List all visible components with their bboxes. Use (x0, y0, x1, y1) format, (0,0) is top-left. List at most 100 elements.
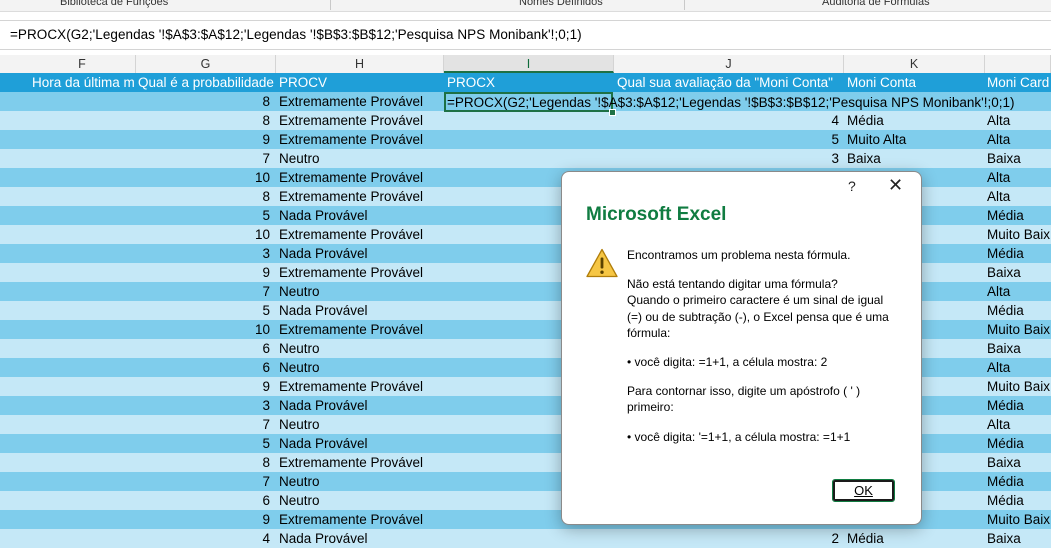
cell-g[interactable]: 8 (138, 111, 270, 130)
cell-h[interactable]: Nada Provável (279, 434, 442, 453)
cell-h[interactable]: Nada Provável (279, 396, 442, 415)
cell-l[interactable]: Muito Baix (987, 225, 1051, 244)
cell-l[interactable]: Baixa (987, 149, 1051, 168)
cell-l[interactable]: Baixa (987, 529, 1051, 548)
formula-bar[interactable]: =PROCX(G2;'Legendas '!$A$3:$A$12;'Legend… (0, 20, 1051, 50)
cell-l[interactable]: Baixa (987, 339, 1051, 358)
header-cell-h[interactable]: PROCV (279, 73, 442, 92)
column-header-h[interactable]: H (276, 55, 444, 73)
cell-h[interactable]: Neutro (279, 282, 442, 301)
cell-h[interactable]: Nada Provável (279, 529, 442, 548)
header-cell-k[interactable]: Moni Conta (847, 73, 983, 92)
column-header-j[interactable]: J (614, 55, 844, 73)
cell-l[interactable]: Média (987, 434, 1051, 453)
cell-h[interactable]: Nada Provável (279, 301, 442, 320)
cell-l[interactable]: Média (987, 301, 1051, 320)
cell-g[interactable]: 9 (138, 130, 270, 149)
cell-l[interactable]: Média (987, 206, 1051, 225)
cell-k[interactable]: Média (847, 111, 983, 130)
cell-l[interactable]: Média (987, 491, 1051, 510)
cell-k[interactable]: Média (847, 529, 983, 548)
cell-h[interactable]: Neutro (279, 339, 442, 358)
cell-h[interactable]: Neutro (279, 491, 442, 510)
cell-j[interactable]: 5 (617, 130, 839, 149)
column-header-g[interactable]: G (136, 55, 276, 73)
active-cell-editor[interactable]: =PROCX(G2;'Legendas '!$A$3:$A$12;'Legend… (447, 93, 1014, 112)
cell-h[interactable]: Extremamente Provável (279, 187, 442, 206)
cell-l[interactable]: Alta (987, 168, 1051, 187)
cell-l[interactable]: Baixa (987, 453, 1051, 472)
cell-j[interactable]: 4 (617, 111, 839, 130)
cell-g[interactable]: 5 (138, 206, 270, 225)
cell-g[interactable]: 5 (138, 434, 270, 453)
cell-j[interactable]: 3 (617, 149, 839, 168)
ok-button[interactable]: OK (832, 479, 895, 502)
cell-g[interactable]: 6 (138, 339, 270, 358)
cell-g[interactable]: 8 (138, 453, 270, 472)
cell-g[interactable]: 8 (138, 187, 270, 206)
cell-g[interactable]: 7 (138, 282, 270, 301)
cell-g[interactable]: 7 (138, 149, 270, 168)
cell-l[interactable]: Alta (987, 282, 1051, 301)
cell-h[interactable]: Extremamente Provável (279, 263, 442, 282)
cell-l[interactable]: Alta (987, 111, 1051, 130)
cell-h[interactable]: Extremamente Provável (279, 225, 442, 244)
column-header-i[interactable]: I (444, 55, 614, 73)
header-cell-j[interactable]: Qual sua avaliação da "Moni Conta" (617, 73, 843, 92)
cell-g[interactable]: 9 (138, 377, 270, 396)
help-button[interactable]: ? (848, 178, 856, 194)
cell-h[interactable]: Extremamente Provável (279, 510, 442, 529)
cell-l[interactable]: Alta (987, 415, 1051, 434)
cell-h[interactable]: Nada Provável (279, 244, 442, 263)
cell-g[interactable]: 10 (138, 225, 270, 244)
column-header-k[interactable]: K (844, 55, 985, 73)
cell-h[interactable]: Nada Provável (279, 206, 442, 225)
cell-g[interactable]: 3 (138, 396, 270, 415)
cell-g[interactable]: 6 (138, 358, 270, 377)
cell-g[interactable]: 5 (138, 301, 270, 320)
cell-h[interactable]: Neutro (279, 472, 442, 491)
cell-h[interactable]: Neutro (279, 358, 442, 377)
cell-l[interactable]: Média (987, 396, 1051, 415)
cell-g[interactable]: 8 (138, 92, 270, 111)
cell-j[interactable]: 2 (617, 529, 839, 548)
cell-l[interactable]: Alta (987, 358, 1051, 377)
cell-h[interactable]: Extremamente Provável (279, 320, 442, 339)
close-button[interactable]: ✕ (888, 175, 903, 196)
cell-g[interactable]: 3 (138, 244, 270, 263)
cell-k[interactable]: Muito Alta (847, 130, 983, 149)
cell-l[interactable]: Alta (987, 187, 1051, 206)
cell-h[interactable]: Neutro (279, 415, 442, 434)
column-header-l[interactable] (985, 55, 1051, 73)
cell-g[interactable]: 7 (138, 415, 270, 434)
cell-h[interactable]: Extremamente Provável (279, 168, 442, 187)
cell-l[interactable]: Muito Baix (987, 320, 1051, 339)
cell-h[interactable]: Extremamente Provável (279, 453, 442, 472)
cell-g[interactable]: 10 (138, 320, 270, 339)
cell-g[interactable]: 9 (138, 263, 270, 282)
cell-g[interactable]: 6 (138, 491, 270, 510)
cell-h[interactable]: Extremamente Provável (279, 130, 442, 149)
header-cell-f[interactable]: Hora da última m (32, 73, 134, 92)
fill-handle[interactable] (609, 109, 616, 116)
cell-l[interactable]: Alta (987, 130, 1051, 149)
cell-k[interactable]: Baixa (847, 149, 983, 168)
cell-l[interactable]: Média (987, 244, 1051, 263)
header-cell-i[interactable]: PROCX (447, 73, 612, 92)
header-cell-l[interactable]: Moni Card (987, 73, 1051, 92)
cell-l[interactable]: Muito Baix (987, 510, 1051, 529)
cell-g[interactable]: 9 (138, 510, 270, 529)
cell-g[interactable]: 4 (138, 529, 270, 548)
header-cell-g[interactable]: Qual é a probabilidade (138, 73, 275, 92)
formula-bar-content[interactable]: =PROCX(G2;'Legendas '!$A$3:$A$12;'Legend… (10, 27, 582, 42)
column-header-f[interactable]: F (29, 55, 136, 73)
cell-l[interactable]: Média (987, 472, 1051, 491)
cell-l[interactable]: Baixa (987, 263, 1051, 282)
cell-h[interactable]: Neutro (279, 149, 442, 168)
cell-h[interactable]: Extremamente Provável (279, 111, 442, 130)
cell-g[interactable]: 7 (138, 472, 270, 491)
cell-l[interactable]: Muito Baix (987, 377, 1051, 396)
cell-h[interactable]: Extremamente Provável (279, 377, 442, 396)
cell-g[interactable]: 10 (138, 168, 270, 187)
cell-h[interactable]: Extremamente Provável (279, 92, 442, 111)
